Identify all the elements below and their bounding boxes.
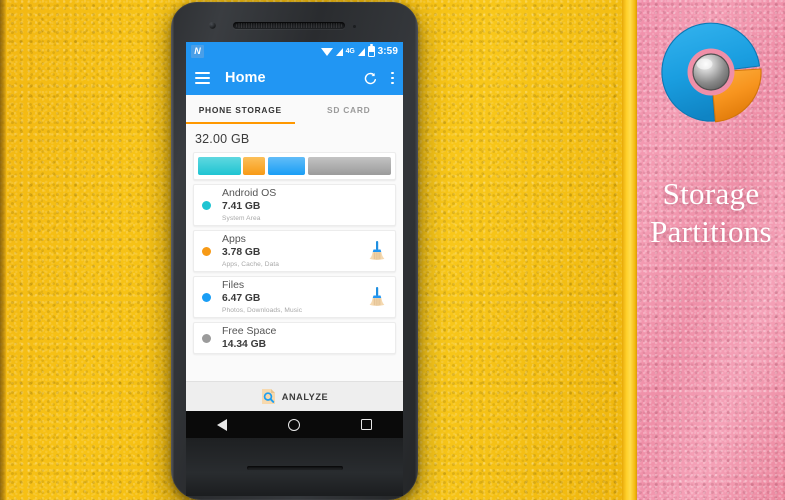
broom-clean-icon[interactable] [367,240,387,262]
nav-recents-icon[interactable] [361,419,373,430]
category-size: 6.47 GB [222,293,261,305]
status-bar-clock: 3:59 [377,46,398,57]
tab-phone-storage[interactable]: PHONE STORAGE [186,95,295,124]
category-title: Apps [222,233,246,246]
list-item-texts: Android OS 7.41 GB System Area [222,187,276,223]
category-subtitle: System Area [222,214,261,222]
list-item[interactable]: Apps 3.78 GB Apps, Cache, Data [193,230,396,272]
brand-title-line2: Partitions [650,213,772,249]
category-title: Files [222,279,245,292]
n-notification-icon: N [191,45,204,58]
bottom-speaker-grille [246,466,343,470]
storage-usage-bar [193,152,396,180]
category-color-dot [202,333,211,343]
list-item-texts: Apps 3.78 GB Apps, Cache, Data [222,233,279,269]
category-color-dot [202,200,211,210]
total-storage-size: 32.00 GB [195,132,250,146]
category-size: 7.41 GB [222,201,261,213]
proximity-sensor [353,24,356,28]
tab-sd-card[interactable]: SD CARD [295,95,404,124]
analyze-label: ANALYZE [281,391,329,402]
hamburger-menu-icon[interactable] [195,72,210,84]
brand-title: Storage Partitions [637,175,785,251]
app-bar-actions [363,71,394,86]
list-item[interactable]: Android OS 7.41 GB System Area [193,184,396,226]
brand-title-line1: Storage [662,176,760,211]
signal-bars-icon [335,47,343,56]
storage-category-list: Android OS 7.41 GB System Area Apps 3.78… [186,184,403,354]
category-color-dot [202,292,211,302]
network-type-label: 4G [345,48,355,55]
list-item-texts: Free Space 14.34 GB [222,325,276,352]
app-bar: Home [186,61,403,95]
wall-divider-stripe [622,0,637,500]
refresh-icon[interactable] [363,71,378,86]
analyze-magnifier-document-icon [261,388,276,405]
category-color-dot [202,246,211,256]
category-size: 3.78 GB [222,247,261,259]
category-subtitle: Apps, Cache, Data [222,260,280,268]
signal-bars-icon-2 [357,47,365,56]
list-item[interactable]: Free Space 14.34 GB [193,322,396,354]
storage-partitions-donut-logo [657,18,765,126]
front-camera [209,22,216,29]
wifi-icon [320,47,333,56]
tab-bar: PHONE STORAGE SD CARD [186,95,403,124]
category-size: 14.34 GB [222,338,267,350]
android-navigation-bar [186,411,403,438]
storage-segment-files [267,157,306,175]
status-bar: N 4G 3:59 [186,42,403,61]
n-notification-letter: N [194,46,201,56]
category-subtitle: Photos, Downloads, Music [222,306,303,314]
storage-segment-free-space [307,157,391,175]
storage-segment-android-os [198,157,241,175]
broom-clean-icon[interactable] [367,286,387,308]
phone-bottom-bezel [186,438,403,496]
earpiece-speaker [233,22,345,29]
scene-background: N 4G 3:59 Home PHONE STORAGE SD CARD 32.… [0,0,785,500]
nav-home-icon[interactable] [287,418,300,431]
phone-screen: N 4G 3:59 Home PHONE STORAGE SD CARD 32.… [186,42,403,411]
category-title: Android OS [222,187,277,200]
nav-back-icon[interactable] [216,418,227,431]
category-title: Free Space [222,324,277,337]
analyze-button[interactable]: ANALYZE [186,381,403,411]
status-bar-right-group: 4G 3:59 [320,44,398,57]
storage-content: 32.00 GB Android OS 7.41 GB System Area [186,124,403,411]
battery-icon [367,44,375,57]
storage-segment-apps [243,157,266,175]
page-title: Home [225,70,266,86]
overflow-menu-icon[interactable] [391,71,394,85]
list-item[interactable]: Files 6.47 GB Photos, Downloads, Music [193,276,396,318]
wall-left-edge-shadow [0,0,6,500]
list-item-texts: Files 6.47 GB Photos, Downloads, Music [222,279,302,315]
smartphone-device: N 4G 3:59 Home PHONE STORAGE SD CARD 32.… [171,2,418,500]
